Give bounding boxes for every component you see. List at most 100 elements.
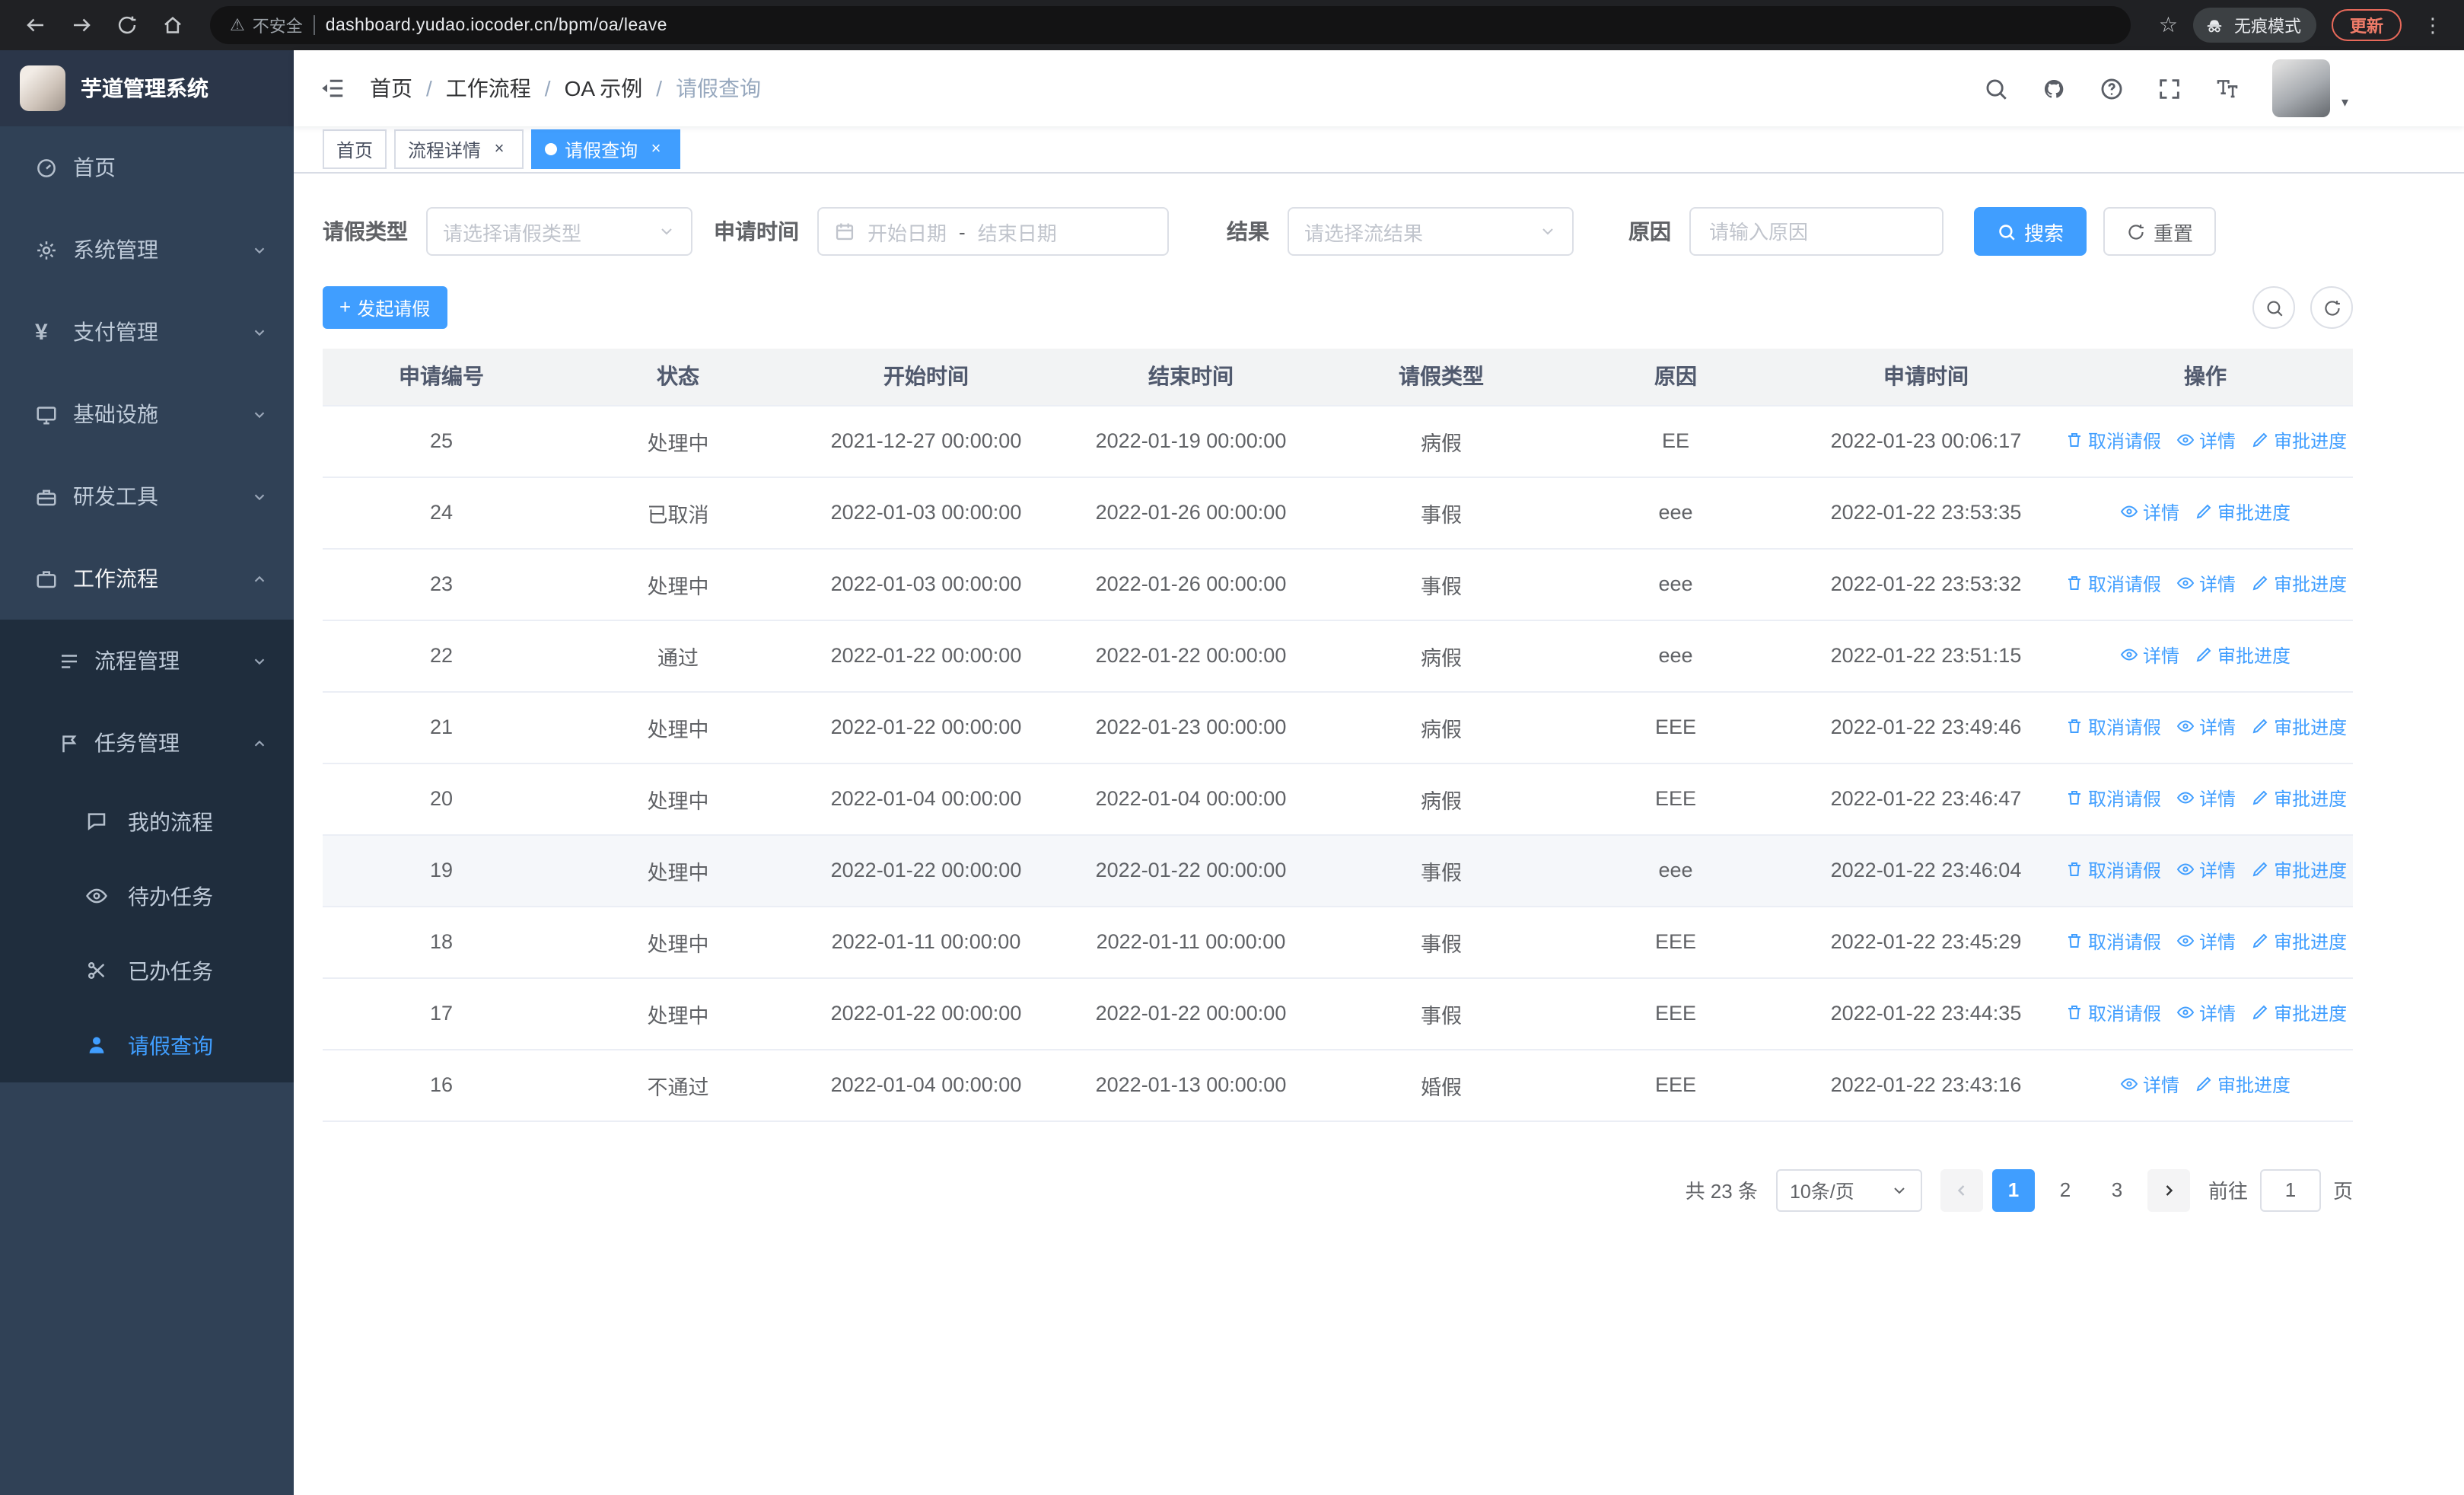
cancel-action-link[interactable]: 取消请假 <box>2065 571 2161 597</box>
home-button[interactable] <box>152 5 192 45</box>
chevron-left-icon <box>1957 1184 1965 1195</box>
sidebar-item-devtools[interactable]: 研发工具 <box>0 455 294 537</box>
detail-action-link[interactable]: 详情 <box>2176 1000 2236 1026</box>
forward-button[interactable] <box>61 5 100 45</box>
detail-action-link[interactable]: 详情 <box>2176 428 2236 454</box>
font-size-icon[interactable] <box>2215 75 2241 101</box>
cell-end: 2022-01-04 00:00:00 <box>1056 763 1326 835</box>
sidebar-item-done-tasks[interactable]: 已办任务 <box>0 933 294 1008</box>
sidebar-item-workflow[interactable]: 工作流程 <box>0 537 294 620</box>
reset-button[interactable]: 重置 <box>2103 207 2217 256</box>
detail-action-link[interactable]: 详情 <box>2176 857 2236 883</box>
help-icon[interactable] <box>2099 75 2125 101</box>
sidebar-item-system[interactable]: 系统管理 <box>0 209 294 291</box>
cell-start: 2022-01-03 00:00:00 <box>796 477 1056 549</box>
prev-page-button[interactable] <box>1940 1168 1983 1211</box>
progress-action-link[interactable]: 审批进度 <box>2251 428 2347 454</box>
page-button-2[interactable]: 2 <box>2044 1168 2087 1211</box>
close-icon[interactable] <box>489 139 510 160</box>
cancel-action-link[interactable]: 取消请假 <box>2065 428 2161 454</box>
progress-action-link[interactable]: 审批进度 <box>2195 642 2291 668</box>
cancel-action-link[interactable]: 取消请假 <box>2065 786 2161 811</box>
breadcrumb-oa-example[interactable]: OA 示例 <box>565 73 643 104</box>
create-leave-button[interactable]: 发起请假 <box>323 286 447 329</box>
cell-type: 事假 <box>1326 548 1557 620</box>
security-label: 不安全 <box>252 18 303 36</box>
cell-end: 2022-01-22 00:00:00 <box>1056 977 1326 1050</box>
progress-action-link[interactable]: 审批进度 <box>2251 1000 2347 1026</box>
caret-down-icon[interactable] <box>2341 94 2348 117</box>
breadcrumb-workflow[interactable]: 工作流程 <box>446 73 531 104</box>
chrome-update-button[interactable]: 更新 <box>2332 9 2402 41</box>
next-page-button[interactable] <box>2147 1168 2190 1211</box>
cancel-action-link[interactable]: 取消请假 <box>2065 1000 2161 1026</box>
fullscreen-icon[interactable] <box>2157 75 2183 101</box>
sidebar-item-home[interactable]: 首页 <box>0 126 294 209</box>
tab-home[interactable]: 首页 <box>323 129 387 169</box>
sidebar-item-task-management[interactable]: 任务管理 <box>0 702 294 784</box>
detail-action-link[interactable]: 详情 <box>2176 571 2236 597</box>
eye-icon <box>2120 503 2138 521</box>
goto-page-input[interactable] <box>2259 1168 2321 1211</box>
search-button[interactable]: 搜索 <box>1974 207 2087 256</box>
page-button-3[interactable]: 3 <box>2096 1168 2138 1211</box>
tab-process-detail[interactable]: 流程详情 <box>394 129 524 169</box>
result-select[interactable]: 请选择流结果 <box>1288 207 1574 256</box>
sidebar-item-payment[interactable]: ¥ 支付管理 <box>0 291 294 373</box>
detail-action-link[interactable]: 详情 <box>2176 714 2236 740</box>
sidebar-item-process-management[interactable]: 流程管理 <box>0 620 294 702</box>
cell-id: 18 <box>323 906 560 978</box>
bookmark-star-icon[interactable] <box>2150 12 2187 38</box>
sidebar-item-infrastructure[interactable]: 基础设施 <box>0 373 294 455</box>
search-icon[interactable] <box>1984 75 2010 101</box>
detail-action-link[interactable]: 详情 <box>2120 1072 2179 1098</box>
sidebar-item-leave-query[interactable]: 请假查询 <box>0 1008 294 1082</box>
leave-table-body: 25 处理中 2021-12-27 00:00:00 2022-01-19 00:00… <box>323 405 2353 1121</box>
progress-action-link[interactable]: 审批进度 <box>2251 929 2347 955</box>
detail-action-link[interactable]: 详情 <box>2120 499 2179 525</box>
progress-action-link[interactable]: 审批进度 <box>2251 571 2347 597</box>
cell-start: 2022-01-04 00:00:00 <box>796 1049 1056 1121</box>
cell-id: 17 <box>323 977 560 1050</box>
detail-action-link[interactable]: 详情 <box>2176 786 2236 811</box>
cancel-action-link[interactable]: 取消请假 <box>2065 857 2161 883</box>
sidebar-item-my-process[interactable]: 我的流程 <box>0 784 294 859</box>
leave-type-select[interactable]: 请选择请假类型 <box>426 207 692 256</box>
table-header-row: 申请编号 状态 开始时间 结束时间 请假类型 原因 申请时间 操作 <box>323 349 2353 406</box>
breadcrumb-current: 请假查询 <box>676 76 762 100</box>
breadcrumb-home[interactable]: 首页 <box>370 73 412 104</box>
user-avatar[interactable] <box>2272 59 2331 117</box>
back-button[interactable] <box>15 5 55 45</box>
page-size-select[interactable]: 10条/页 <box>1775 1168 1922 1211</box>
sidebar-collapse-icon[interactable] <box>294 75 370 102</box>
progress-action-link[interactable]: 审批进度 <box>2195 499 2291 525</box>
address-bar[interactable]: 不安全 dashboard.yudao.iocoder.cn/bpm/oa/le… <box>210 6 2131 44</box>
tab-leave-query[interactable]: 请假查询 <box>531 129 681 169</box>
progress-action-link[interactable]: 审批进度 <box>2251 714 2347 740</box>
reload-button[interactable] <box>107 5 146 45</box>
github-icon[interactable] <box>2042 75 2068 101</box>
detail-action-link[interactable]: 详情 <box>2120 642 2179 668</box>
cancel-action-link[interactable]: 取消请假 <box>2065 929 2161 955</box>
progress-action-link[interactable]: 审批进度 <box>2251 786 2347 811</box>
cancel-action-link[interactable]: 取消请假 <box>2065 714 2161 740</box>
breadcrumb: 首页 / 工作流程 / OA 示例 / 请假查询 <box>370 73 761 104</box>
browser-menu-icon[interactable] <box>2417 13 2449 37</box>
apply-time-range-picker[interactable]: 开始日期 - 结束日期 <box>817 207 1169 256</box>
close-icon[interactable] <box>645 139 667 160</box>
cell-end: 2022-01-19 00:00:00 <box>1056 405 1326 477</box>
toggle-search-button[interactable] <box>2252 286 2295 329</box>
cell-actions: 取消请假 详情 审批进度 <box>2058 977 2353 1050</box>
security-warning[interactable]: 不安全 <box>230 13 303 37</box>
progress-action-link[interactable]: 审批进度 <box>2195 1072 2291 1098</box>
progress-action-link[interactable]: 审批进度 <box>2251 857 2347 883</box>
search-form: 请假类型 请选择请假类型 申请时间 开始日期 - 结束日期 结果 请选择流结果 … <box>323 207 2353 256</box>
page-button-1[interactable]: 1 <box>1991 1168 2035 1211</box>
scissors-icon <box>85 959 110 982</box>
delete-icon <box>2065 718 2084 736</box>
eye-icon <box>2176 932 2195 951</box>
reason-input[interactable] <box>1689 207 1944 256</box>
refresh-table-button[interactable] <box>2310 286 2353 329</box>
sidebar-item-todo-tasks[interactable]: 待办任务 <box>0 859 294 933</box>
detail-action-link[interactable]: 详情 <box>2176 929 2236 955</box>
